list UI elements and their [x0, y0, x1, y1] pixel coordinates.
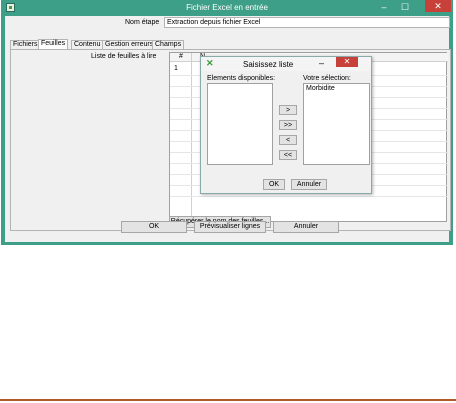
selected-elements-list[interactable]: Morbidite	[303, 83, 370, 165]
enter-list-dialog: ✕ Saisissez liste – ✕ Elements disponibl…	[200, 56, 372, 194]
index-column	[170, 53, 192, 223]
dialog-minimize-button[interactable]: –	[319, 58, 324, 68]
table-row-index: 1	[174, 65, 178, 72]
selected-elements-label: Votre sélection:	[303, 75, 351, 82]
dialog-ok-button[interactable]: OK	[263, 179, 285, 190]
dialog-cancel-button[interactable]: Annuler	[291, 179, 327, 190]
move-all-left-button[interactable]: <<	[279, 150, 297, 160]
taskbar-edge	[0, 399, 456, 401]
preview-rows-button[interactable]: Prévisualiser lignes	[194, 221, 266, 233]
dialog-title-bar: ✕ Saisissez liste – ✕	[201, 57, 371, 71]
tab-champs[interactable]: Champs	[152, 40, 185, 49]
title-bar: Fichier Excel en entrée – ☐ ✕	[1, 0, 453, 16]
tab-gestion-erreurs[interactable]: Gestion erreurs	[102, 40, 157, 49]
ok-button[interactable]: OK	[121, 221, 187, 233]
available-elements-label: Elements disponibles:	[207, 75, 276, 82]
dialog-app-icon: ✕	[206, 58, 214, 68]
close-button[interactable]: ✕	[425, 0, 451, 12]
tab-contenu[interactable]: Contenu	[71, 40, 104, 49]
move-all-right-button[interactable]: >>	[279, 120, 297, 130]
step-name-input[interactable]: Extraction depuis fichier Excel	[164, 17, 450, 28]
move-left-button[interactable]: <	[279, 135, 297, 145]
tab-fichiers[interactable]: Fichiers	[10, 40, 41, 49]
step-name-label: Nom étape	[125, 19, 160, 26]
maximize-button[interactable]: ☐	[398, 1, 412, 13]
cancel-button[interactable]: Annuler	[273, 221, 339, 233]
available-elements-list[interactable]	[207, 83, 273, 165]
minimize-button[interactable]: –	[377, 1, 391, 13]
move-right-button[interactable]: >	[279, 105, 297, 115]
list-item[interactable]: Morbidite	[306, 85, 335, 92]
sheets-list-label: Liste de feuilles à lire	[91, 53, 157, 60]
dialog-title: Saisissez liste	[243, 60, 294, 69]
tab-feuilles[interactable]: Feuilles	[38, 39, 69, 49]
dialog-close-button[interactable]: ✕	[336, 57, 358, 67]
